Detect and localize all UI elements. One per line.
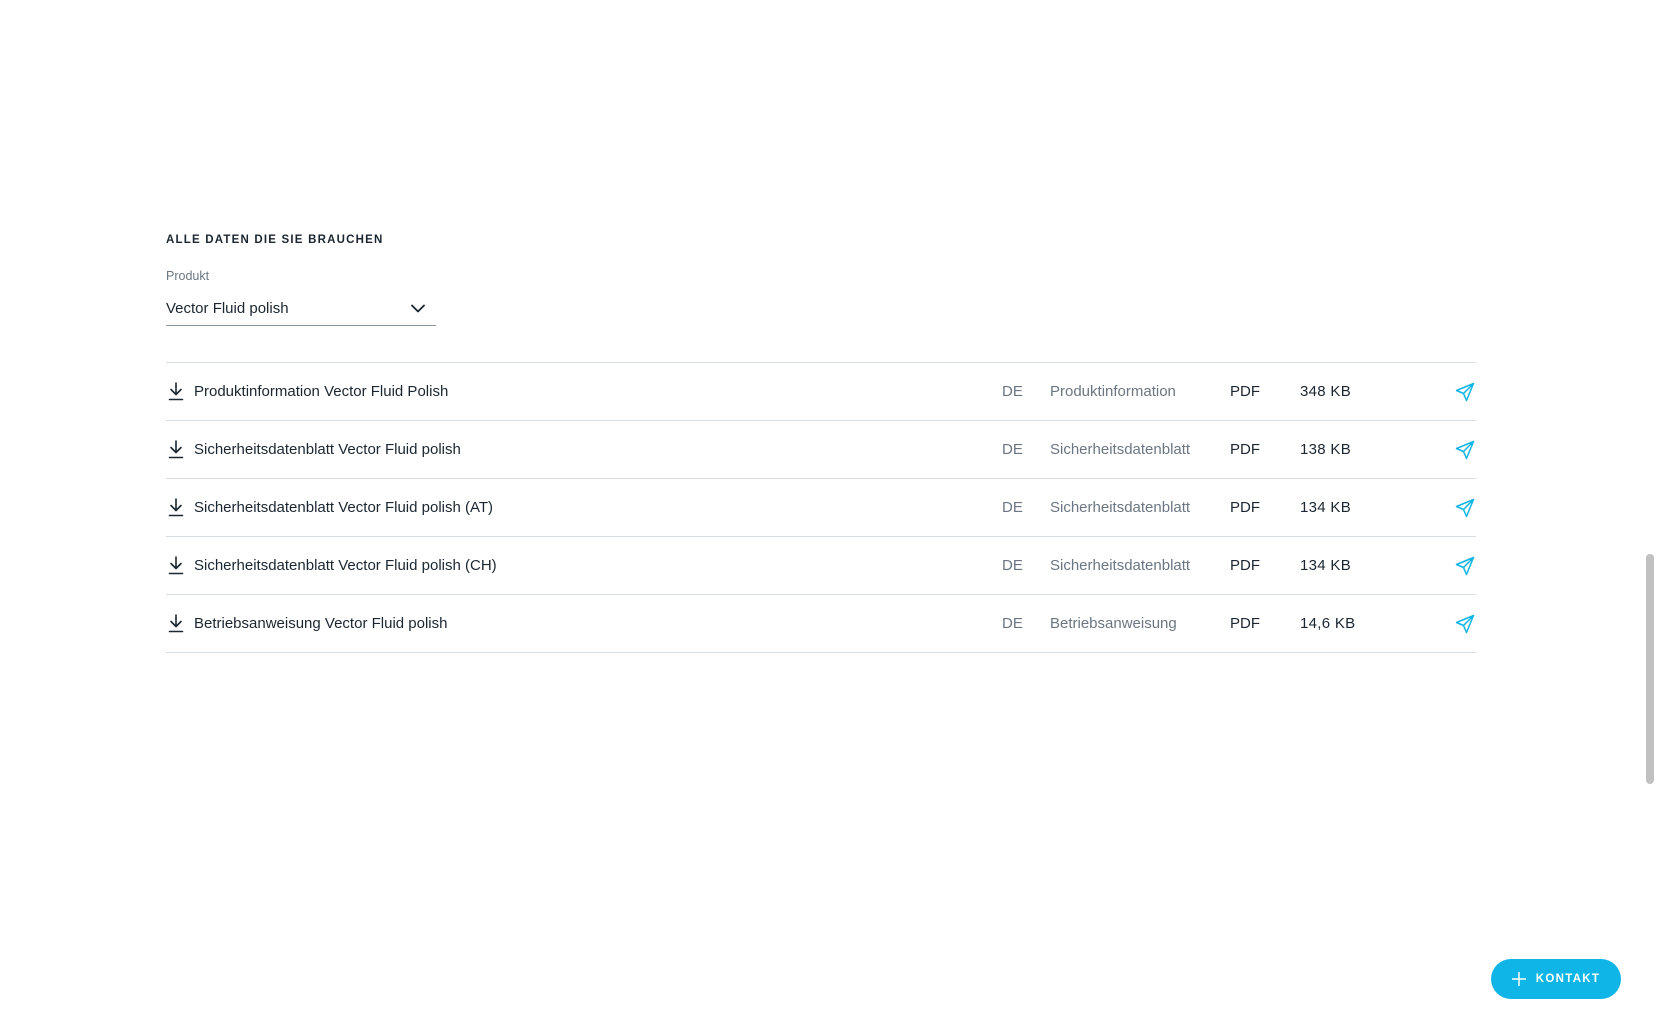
downloads-section: ALLE DATEN DIE SIE BRAUCHEN Produkt Vect… [166,232,1476,653]
send-icon[interactable] [1454,439,1476,461]
document-type: Sicherheitsdatenblatt [1050,557,1191,574]
document-title-link[interactable]: Sicherheitsdatenblatt Vector Fluid polis… [194,557,1002,574]
document-format: PDF [1230,615,1260,632]
document-size: 134 KB [1300,557,1352,574]
document-size: 138 KB [1300,441,1352,458]
table-row: Produktinformation Vector Fluid Polish D… [166,363,1476,421]
document-language: DE [1002,499,1023,516]
document-type: Sicherheitsdatenblatt [1050,441,1191,458]
document-title-link[interactable]: Betriebsanweisung Vector Fluid polish [194,615,1002,632]
document-type: Sicherheitsdatenblatt [1050,499,1191,516]
table-row: Betriebsanweisung Vector Fluid polish DE… [166,595,1476,653]
document-language: DE [1002,383,1023,400]
send-icon[interactable] [1454,555,1476,577]
contact-button-label: KONTAKT [1535,973,1601,985]
product-select-wrapper: Produkt Vector Fluid polish [166,268,436,326]
download-icon[interactable] [167,498,185,518]
contact-button[interactable]: KONTAKT [1491,959,1621,999]
document-language: DE [1002,557,1023,574]
section-heading: ALLE DATEN DIE SIE BRAUCHEN [166,234,384,246]
document-format: PDF [1230,557,1260,574]
document-size: 348 KB [1300,383,1352,400]
page-scrollbar[interactable] [1643,0,1657,1036]
document-size: 14,6 KB [1300,615,1356,632]
product-select-value: Vector Fluid polish [166,300,289,317]
plus-icon [1511,972,1526,986]
product-select-label: Produkt [166,269,210,283]
download-icon[interactable] [167,556,185,576]
table-row: Sicherheitsdatenblatt Vector Fluid polis… [166,421,1476,479]
send-icon[interactable] [1454,497,1476,519]
document-format: PDF [1230,383,1260,400]
send-icon[interactable] [1454,381,1476,403]
download-icon[interactable] [167,382,185,402]
product-select[interactable]: Vector Fluid polish [166,292,436,326]
download-icon[interactable] [167,614,185,634]
document-language: DE [1002,441,1023,458]
send-icon[interactable] [1454,613,1476,635]
table-row: Sicherheitsdatenblatt Vector Fluid polis… [166,479,1476,537]
document-title-link[interactable]: Produktinformation Vector Fluid Polish [194,383,1002,400]
scrollbar-thumb[interactable] [1646,554,1654,784]
document-language: DE [1002,615,1023,632]
table-row: Sicherheitsdatenblatt Vector Fluid polis… [166,537,1476,595]
document-size: 134 KB [1300,499,1352,516]
page: ALLE DATEN DIE SIE BRAUCHEN Produkt Vect… [0,0,1657,1036]
document-title-link[interactable]: Sicherheitsdatenblatt Vector Fluid polis… [194,441,1002,458]
documents-table: Produktinformation Vector Fluid Polish D… [166,362,1476,653]
document-format: PDF [1230,441,1260,458]
chevron-down-icon [410,301,426,317]
download-icon[interactable] [167,440,185,460]
document-title-link[interactable]: Sicherheitsdatenblatt Vector Fluid polis… [194,499,1002,516]
document-type: Produktinformation [1050,383,1176,400]
document-type: Betriebsanweisung [1050,615,1177,632]
document-format: PDF [1230,499,1260,516]
